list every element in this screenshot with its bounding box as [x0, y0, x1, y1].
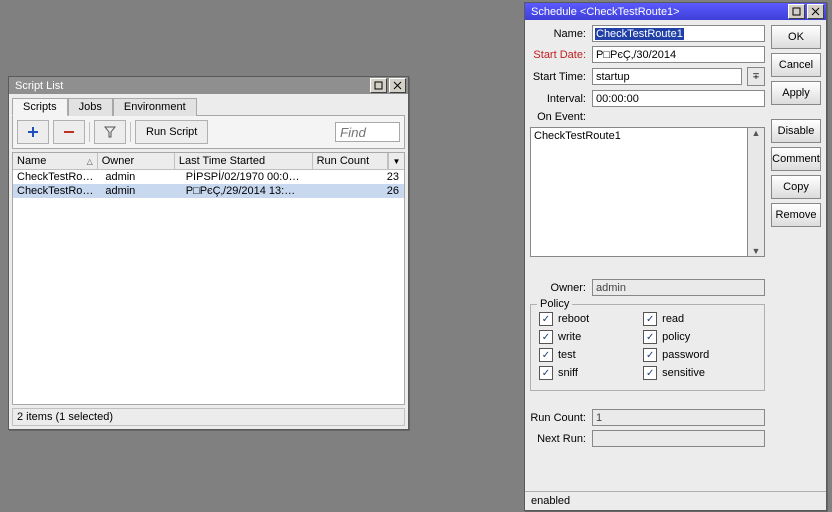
tab-jobs[interactable]: Jobs	[68, 98, 113, 116]
checkmark-icon: ✓	[643, 366, 657, 380]
schedule-titlebar[interactable]: Schedule <CheckTestRoute1>	[525, 3, 826, 20]
minimize-icon[interactable]	[370, 78, 387, 93]
start-time-field[interactable]	[592, 68, 742, 85]
script-list-tabs: Scripts Jobs Environment	[9, 94, 408, 115]
checkmark-icon: ✓	[539, 312, 553, 326]
comment-button[interactable]: Comment	[771, 147, 821, 171]
policy-password-checkbox[interactable]: ✓ password	[643, 346, 747, 364]
grid-rows: CheckTestRo… admin PİPSPİ/02/1970 00:0… …	[13, 170, 404, 404]
policy-policy-label: policy	[662, 331, 690, 343]
table-row[interactable]: CheckTestRo… admin PİPSPİ/02/1970 00:0… …	[13, 170, 404, 184]
toolbar-divider	[130, 122, 131, 142]
cancel-button[interactable]: Cancel	[771, 53, 821, 77]
apply-button[interactable]: Apply	[771, 81, 821, 105]
filter-button[interactable]	[94, 120, 126, 144]
table-row[interactable]: CheckTestRo… admin P□PєÇ‚/29/2014 13:… 2…	[13, 184, 404, 198]
run-count-label: Run Count:	[530, 412, 586, 424]
checkmark-icon: ✓	[643, 330, 657, 344]
col-menu-icon[interactable]: ▼	[388, 153, 404, 169]
policy-test-label: test	[558, 349, 576, 361]
script-list-toolbar: Run Script	[12, 115, 405, 149]
col-last[interactable]: Last Time Started	[175, 153, 313, 169]
checkmark-icon: ✓	[539, 330, 553, 344]
script-grid: Name△ Owner Last Time Started Run Count …	[12, 152, 405, 405]
policy-read-checkbox[interactable]: ✓ read	[643, 310, 747, 328]
minimize-icon[interactable]	[788, 4, 805, 19]
next-run-field	[592, 430, 765, 447]
col-owner[interactable]: Owner	[98, 153, 175, 169]
interval-field[interactable]	[592, 90, 765, 107]
policy-fieldset: Policy ✓reboot✓read✓write✓policy✓test✓pa…	[530, 304, 765, 391]
close-icon[interactable]	[807, 4, 824, 19]
policy-policy-checkbox[interactable]: ✓ policy	[643, 328, 747, 346]
run-count-field	[592, 409, 765, 426]
on-event-field[interactable]: CheckTestRoute1	[530, 127, 747, 257]
policy-reboot-checkbox[interactable]: ✓ reboot	[539, 310, 643, 328]
ok-button[interactable]: OK	[771, 25, 821, 49]
script-list-titlebar[interactable]: Script List	[9, 77, 408, 94]
checkmark-icon: ✓	[539, 366, 553, 380]
on-event-label: On Event:	[530, 111, 586, 123]
scroll-down-icon[interactable]: ▼	[752, 246, 761, 256]
remove-button[interactable]	[53, 120, 85, 144]
policy-sensitive-checkbox[interactable]: ✓ sensitive	[643, 364, 747, 382]
policy-reboot-label: reboot	[558, 313, 589, 325]
name-label: Name:	[530, 28, 586, 40]
minus-icon	[63, 126, 75, 138]
schedule-status: enabled	[525, 491, 826, 510]
policy-read-label: read	[662, 313, 684, 325]
tab-scripts[interactable]: Scripts	[12, 98, 68, 116]
remove-button[interactable]: Remove	[771, 203, 821, 227]
col-name[interactable]: Name△	[13, 153, 98, 169]
on-event-scrollbar[interactable]: ▲ ▼	[747, 127, 765, 257]
owner-field	[592, 279, 765, 296]
funnel-icon	[104, 126, 116, 138]
disable-button[interactable]: Disable	[771, 119, 821, 143]
run-script-button[interactable]: Run Script	[135, 120, 208, 144]
policy-password-label: password	[662, 349, 709, 361]
name-field[interactable]: CheckTestRoute1	[592, 25, 765, 42]
scroll-up-icon[interactable]: ▲	[752, 128, 761, 138]
script-list-status: 2 items (1 selected)	[12, 408, 405, 426]
policy-write-label: write	[558, 331, 581, 343]
policy-sniff-label: sniff	[558, 367, 578, 379]
script-list-title: Script List	[15, 80, 368, 92]
sort-asc-icon: △	[87, 157, 93, 166]
start-time-dropdown-icon[interactable]: ∓	[747, 67, 765, 86]
script-list-window: Script List Scripts Jobs Environment R	[8, 76, 409, 430]
toolbar-divider	[89, 122, 90, 142]
col-run[interactable]: Run Count	[313, 153, 388, 169]
start-date-field[interactable]	[592, 46, 765, 63]
owner-label: Owner:	[530, 282, 586, 294]
add-button[interactable]	[17, 120, 49, 144]
checkmark-icon: ✓	[643, 348, 657, 362]
grid-header: Name△ Owner Last Time Started Run Count …	[13, 153, 404, 170]
next-run-label: Next Run:	[530, 433, 586, 445]
plus-icon	[27, 126, 39, 138]
close-icon[interactable]	[389, 78, 406, 93]
policy-test-checkbox[interactable]: ✓ test	[539, 346, 643, 364]
policy-sensitive-label: sensitive	[662, 367, 705, 379]
start-date-label: Start Date:	[530, 49, 586, 61]
schedule-title: Schedule <CheckTestRoute1>	[531, 6, 786, 18]
start-time-label: Start Time:	[530, 71, 586, 83]
policy-write-checkbox[interactable]: ✓ write	[539, 328, 643, 346]
policy-legend: Policy	[537, 298, 572, 310]
tab-environment[interactable]: Environment	[113, 98, 197, 116]
policy-sniff-checkbox[interactable]: ✓ sniff	[539, 364, 643, 382]
interval-label: Interval:	[530, 93, 586, 105]
copy-button[interactable]: Copy	[771, 175, 821, 199]
checkmark-icon: ✓	[539, 348, 553, 362]
find-input[interactable]	[335, 122, 400, 142]
schedule-window: Schedule <CheckTestRoute1> Name: CheckTe…	[524, 2, 827, 511]
checkmark-icon: ✓	[643, 312, 657, 326]
